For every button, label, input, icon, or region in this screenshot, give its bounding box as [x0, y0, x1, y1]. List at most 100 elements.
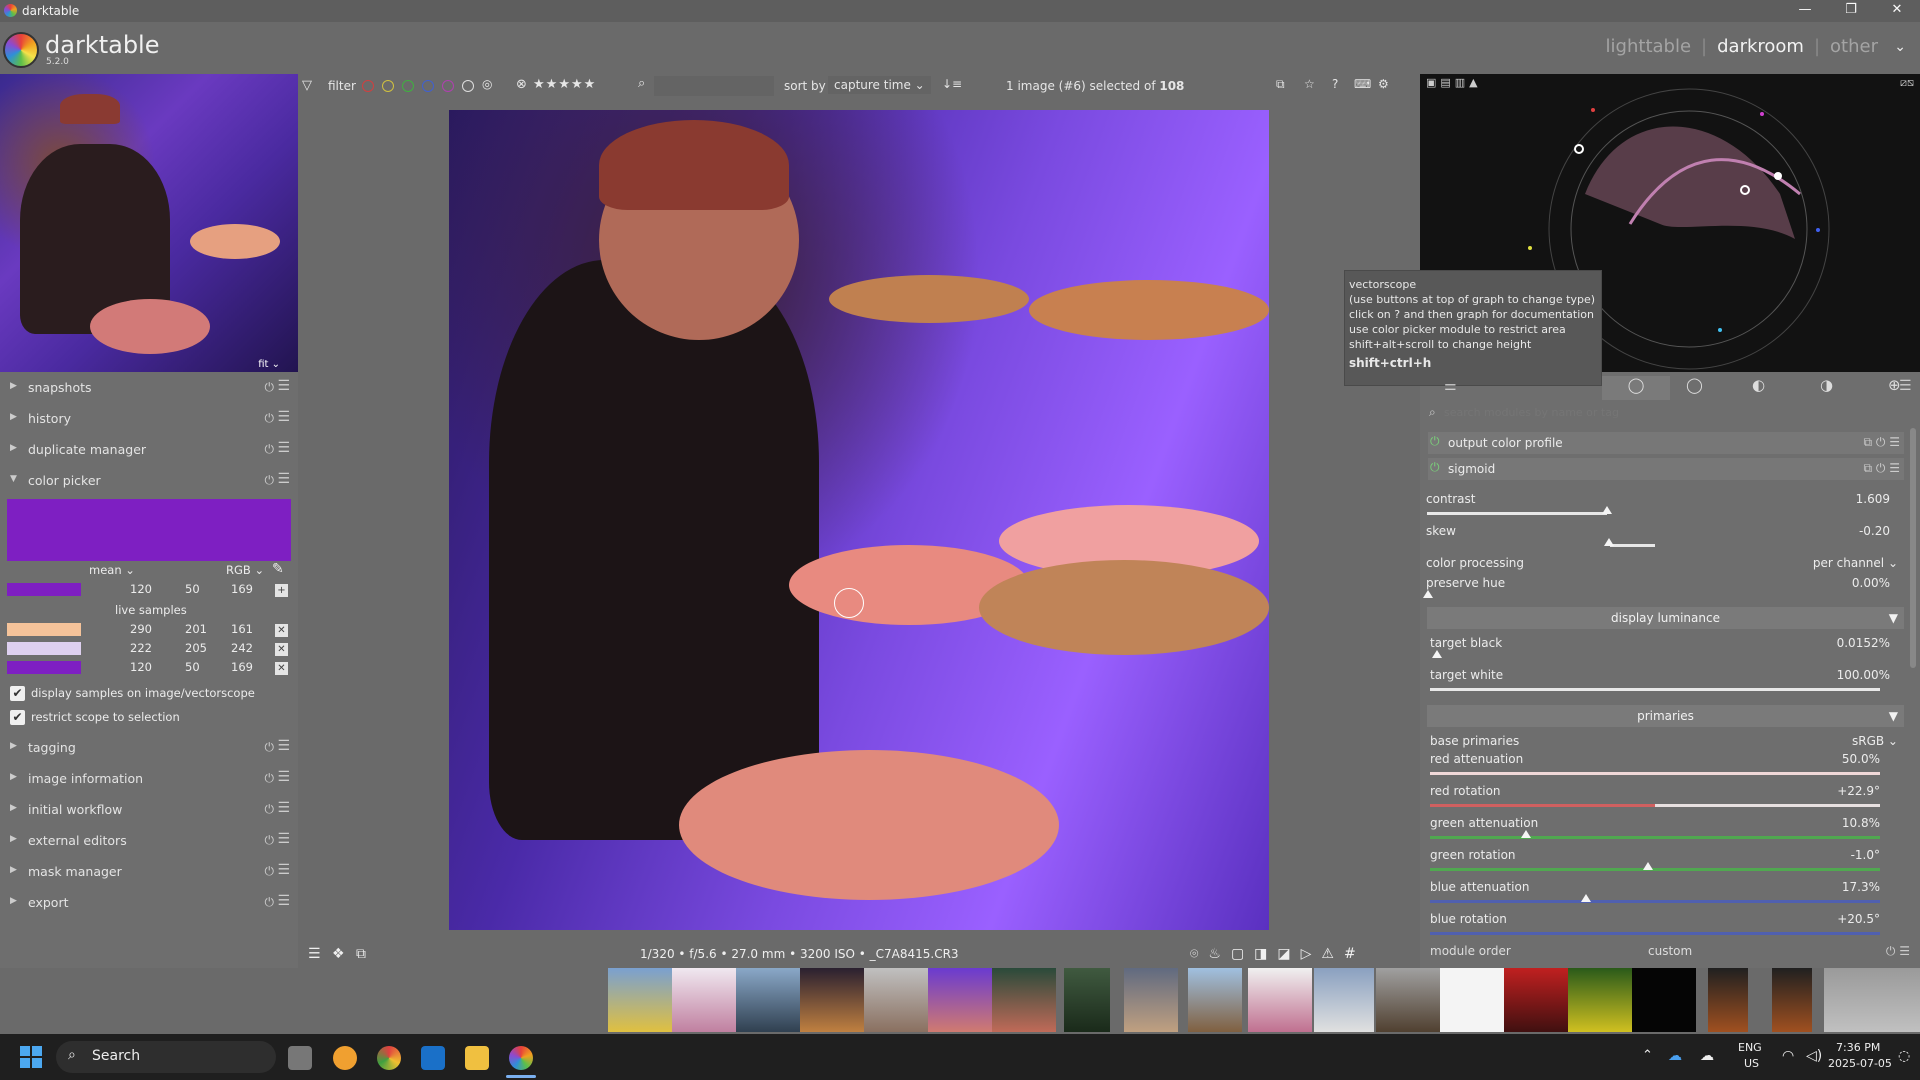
remove-sample-button[interactable]: ✕ [275, 624, 288, 637]
close-button[interactable]: ✕ [1874, 0, 1920, 22]
filmstrip-thumb[interactable] [1824, 968, 1920, 1032]
keyboard-icon[interactable]: ⌨ [1354, 77, 1371, 91]
contrast-slider-handle[interactable] [1602, 506, 1612, 514]
restrict-scope-checkbox[interactable]: ✔ [10, 710, 25, 725]
gear-icon[interactable]: ⚙ [1378, 77, 1389, 91]
crosshair-icon[interactable] [834, 588, 864, 618]
menu-icon[interactable]: ☰ [277, 440, 290, 456]
green-rotation-slider[interactable] [1430, 868, 1880, 871]
module-image-information[interactable]: ▶ image information ⏻ ☰ [0, 763, 298, 794]
add-sample-button[interactable]: + [275, 584, 288, 597]
wifi-icon[interactable]: ◠ [1782, 1048, 1794, 1064]
cloud-sync-icon[interactable]: ☁ [1700, 1048, 1714, 1064]
filmstrip-thumb[interactable] [992, 968, 1056, 1032]
primaries-section[interactable]: primaries ▼ [1427, 705, 1904, 727]
menu-icon[interactable]: ☰ [277, 471, 290, 487]
menu-icon[interactable]: ☰ [277, 738, 290, 754]
filmstrip-thumb[interactable] [1124, 968, 1178, 1032]
darktable-taskbar-icon[interactable] [509, 1046, 533, 1070]
module-tagging[interactable]: ▶ tagging ⏻ ☰ [0, 732, 298, 763]
filmstrip-thumb[interactable] [800, 968, 864, 1032]
display-samples-checkbox[interactable]: ✔ [10, 686, 25, 701]
view-darkroom[interactable]: darkroom [1717, 36, 1804, 57]
color-processing-select[interactable]: per channel ⌄ [1813, 556, 1898, 570]
power-icon[interactable]: ⏻ [1430, 460, 1440, 475]
reset-icon[interactable]: ⏻ [265, 864, 275, 879]
language-label[interactable]: ENG [1738, 1041, 1762, 1054]
remove-sample-button[interactable]: ✕ [275, 662, 288, 675]
reset-icon[interactable]: ⏻ [265, 442, 275, 457]
picker-mode-select[interactable]: mean ⌄ [89, 563, 135, 577]
styles-icon[interactable]: ❖ [332, 946, 345, 962]
list-icon[interactable]: ☰ [308, 946, 321, 962]
reset-icon[interactable]: ⏻ [265, 895, 275, 910]
chrome-icon[interactable] [377, 1046, 401, 1070]
filmstrip-thumb[interactable] [1708, 968, 1748, 1032]
display-luminance-section[interactable]: display luminance ▼ [1427, 607, 1904, 629]
purple-label-icon[interactable] [442, 80, 454, 92]
filmstrip-thumb[interactable] [736, 968, 800, 1032]
module-mask-manager[interactable]: ▶ mask manager ⏻ ☰ [0, 856, 298, 887]
reset-icon[interactable]: ⏻ [265, 411, 275, 426]
module-snapshots[interactable]: ▶ snapshots ⏻ ☰ [0, 372, 298, 403]
main-photo[interactable] [449, 110, 1269, 930]
tab-tone-modules[interactable]: ◐ [1752, 376, 1765, 394]
filmstrip-thumb[interactable] [1248, 968, 1312, 1032]
task-view-icon[interactable] [288, 1046, 312, 1070]
chevron-down-icon[interactable]: ⌄ [1894, 39, 1906, 55]
target-white-slider[interactable] [1430, 688, 1880, 691]
scope-type-buttons[interactable]: ▣▤▥▲ [1426, 76, 1482, 89]
taskbar-search[interactable]: ⌕ Search [56, 1041, 276, 1073]
red-label-icon[interactable] [362, 80, 374, 92]
green-attenuation-slider-handle[interactable] [1521, 830, 1531, 838]
skew-slider[interactable] [1610, 544, 1655, 547]
yellow-label-icon[interactable] [382, 80, 394, 92]
module-initial-workflow[interactable]: ▶ initial workflow ⏻ ☰ [0, 794, 298, 825]
reset-icon[interactable]: ⏻ [265, 740, 275, 755]
reset-icon[interactable]: ⏻ [265, 771, 275, 786]
clock-time[interactable]: 7:36 PM [1836, 1041, 1880, 1054]
module-controls-icon[interactable]: ⧉ ⏻ ☰ [1864, 435, 1900, 450]
minimize-button[interactable]: — [1782, 0, 1828, 22]
navigation-thumbnail[interactable]: fit ⌄ [0, 74, 298, 372]
module-external-editors[interactable]: ▶ external editors ⏻ ☰ [0, 825, 298, 856]
module-output-color-profile[interactable]: ⏻ output color profile ⧉ ⏻ ☰ [1428, 432, 1904, 454]
search-input[interactable] [654, 76, 774, 96]
sort-direction-icon[interactable]: ↓≡ [942, 77, 962, 91]
module-controls-icon[interactable]: ⧉ ⏻ ☰ [1864, 461, 1900, 476]
green-rotation-slider-handle[interactable] [1643, 862, 1653, 870]
onedrive-icon[interactable]: ☁ [1668, 1048, 1682, 1064]
filmstrip-thumb[interactable] [864, 968, 928, 1032]
red-rotation-slider[interactable] [1430, 804, 1655, 807]
scope-options-icon[interactable]: ⧄⧅ [1900, 76, 1914, 90]
filmstrip-thumb-selected[interactable] [928, 968, 992, 1032]
menu-icon[interactable]: ☰ [277, 800, 290, 816]
gray-label-icon[interactable] [462, 80, 474, 92]
filmstrip-thumb[interactable] [608, 968, 672, 1032]
filmstrip-thumb[interactable] [1376, 968, 1440, 1032]
filmstrip-thumb[interactable] [1504, 968, 1568, 1032]
red-attenuation-slider[interactable] [1430, 772, 1880, 775]
tab-active-modules[interactable]: ◯ [1602, 376, 1670, 400]
menu-icon[interactable]: ☰ [277, 831, 290, 847]
outlook-icon[interactable] [421, 1046, 445, 1070]
blue-attenuation-slider-handle[interactable] [1581, 894, 1591, 902]
filmstrip-thumb[interactable] [1314, 968, 1374, 1032]
reset-icon[interactable]: ⏻ [265, 473, 275, 488]
maximize-button[interactable]: ❐ [1828, 0, 1874, 22]
reset-icon[interactable]: ⏻ [265, 833, 275, 848]
skew-slider-handle[interactable] [1604, 538, 1614, 546]
module-order-controls-icon[interactable]: ⏻ ☰ [1886, 944, 1910, 959]
remove-sample-button[interactable]: ✕ [275, 643, 288, 656]
volume-icon[interactable]: ◁) [1806, 1048, 1822, 1064]
filmstrip-thumb[interactable] [1568, 968, 1632, 1032]
target-black-slider-handle[interactable] [1432, 650, 1442, 658]
module-duplicate-manager[interactable]: ▶ duplicate manager ⏻ ☰ [0, 434, 298, 465]
module-history[interactable]: ▶ history ⏻ ☰ [0, 403, 298, 434]
menu-icon[interactable]: ☰ [277, 769, 290, 785]
menu-icon[interactable]: ☰ [277, 893, 290, 909]
green-attenuation-slider[interactable] [1430, 836, 1880, 839]
blue-label-icon[interactable] [422, 80, 434, 92]
overlays-icon[interactable]: ⧉ [1276, 77, 1285, 92]
module-search-input[interactable] [1444, 402, 1904, 422]
